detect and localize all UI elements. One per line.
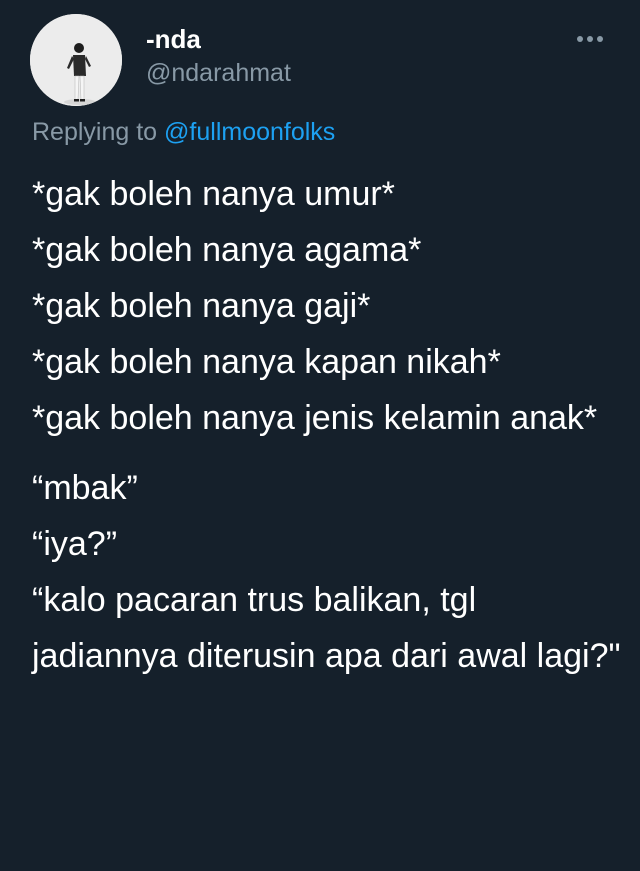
more-options-button[interactable] [570, 24, 610, 54]
more-horizontal-icon [587, 36, 593, 42]
tweet-text: *gak boleh nanya umur* *gak boleh nanya … [32, 166, 622, 684]
tweet-dialogue-line: “mbak” [32, 469, 138, 507]
tweet-text-line: *gak boleh nanya jenis kelamin anak* [32, 399, 598, 437]
replying-to-line: Replying to @fullmoonfolks [32, 117, 335, 147]
tweet-dialogue-line: “iya?” [32, 525, 118, 563]
avatar[interactable] [30, 14, 122, 106]
display-name[interactable]: -nda [146, 24, 201, 54]
user-avatar-photo-icon [30, 14, 122, 106]
replying-to-label: Replying to [32, 118, 165, 146]
tweet-text-line: *gak boleh nanya kapan nikah* [32, 343, 501, 381]
tweet-text-line: *gak boleh nanya gaji* [32, 287, 371, 325]
reply-mention-link[interactable]: @fullmoonfolks [164, 118, 335, 146]
tweet-text-line: *gak boleh nanya umur* [32, 175, 395, 213]
tweet-text-line: *gak boleh nanya agama* [32, 231, 422, 269]
more-horizontal-icon [577, 36, 583, 42]
tweet-dialogue-line: “kalo pacaran trus balikan, tgl jadianny… [32, 581, 621, 675]
user-handle[interactable]: @ndarahmat [146, 58, 291, 88]
tweet-card: -nda @ndarahmat Replying to @fullmoonfol… [0, 0, 640, 871]
more-horizontal-icon [597, 36, 603, 42]
